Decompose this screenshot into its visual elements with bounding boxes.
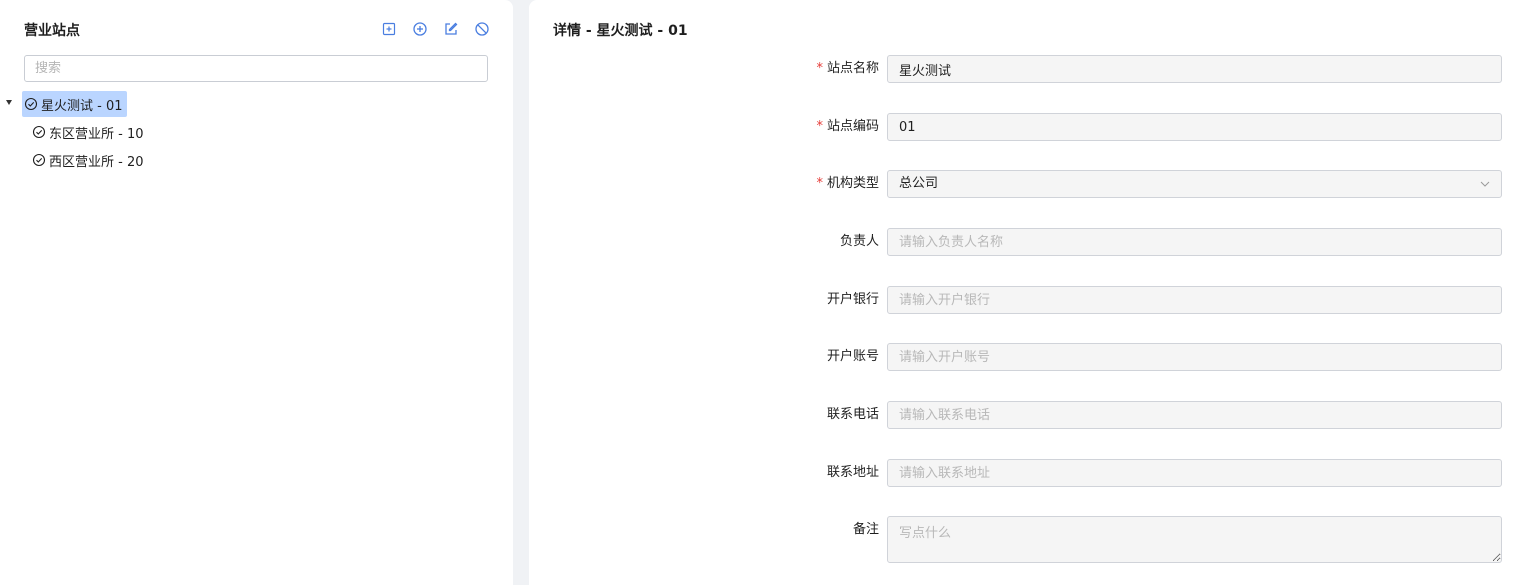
chevron-down-icon [1480, 181, 1490, 187]
tree-node-label: 东区营业所 - 10 [49, 126, 144, 142]
station-name-label: * 站点名称 [816, 61, 879, 76]
form-row-account: 开户账号 [529, 343, 1525, 371]
required-mark: * [816, 61, 823, 76]
bank-input[interactable] [887, 286, 1502, 314]
phone-input[interactable] [887, 401, 1502, 429]
tree-node-root[interactable]: 星火测试 - 01 [22, 91, 127, 117]
expand-all-button[interactable] [380, 20, 398, 38]
disable-station-button[interactable] [473, 20, 491, 38]
tree-node-label: 西区营业所 - 20 [49, 154, 144, 170]
edit-station-button[interactable] [442, 20, 460, 38]
form-row-manager: 负责人 [529, 228, 1525, 256]
disable-icon [475, 22, 489, 36]
remark-label: 备注 [852, 522, 879, 537]
form-row-station-code: * 站点编码 [529, 113, 1525, 141]
remark-textarea[interactable] [887, 516, 1502, 563]
add-station-button[interactable] [411, 20, 429, 38]
bank-label: 开户银行 [826, 292, 879, 307]
manager-label: 负责人 [839, 234, 879, 249]
station-tree-panel: 营业站点 搜索 星火测试 - 01 东区营业所 - 10 西区营业所 - 20 [0, 0, 513, 585]
phone-label: 联系电话 [826, 407, 879, 422]
account-input[interactable] [887, 343, 1502, 371]
expand-all-icon [382, 22, 396, 36]
check-circle-icon [32, 125, 46, 139]
tree-node-child[interactable]: 西区营业所 - 20 [32, 147, 144, 173]
form-row-bank: 开户银行 [529, 286, 1525, 314]
address-label: 联系地址 [826, 465, 879, 480]
check-circle-icon [32, 153, 46, 167]
form-row-org-type: * 机构类型 总公司 [529, 170, 1525, 198]
required-mark: * [816, 119, 823, 134]
panel-title: 营业站点 [24, 23, 80, 39]
org-type-value: 总公司 [899, 176, 939, 191]
org-type-label: * 机构类型 [816, 176, 879, 191]
account-label: 开户账号 [826, 349, 879, 364]
detail-title: 详情 - 星火测试 - 01 [553, 23, 688, 39]
tree-node-label: 星火测试 - 01 [41, 98, 123, 114]
required-mark: * [816, 176, 823, 191]
caret-down-icon[interactable] [6, 100, 12, 105]
form-row-address: 联系地址 [529, 459, 1525, 487]
check-circle-icon [24, 97, 38, 111]
station-name-input[interactable] [887, 55, 1502, 83]
station-detail-panel: 详情 - 星火测试 - 01 *站点名称 *站点编码 *机构类型 总公司 负责人… [529, 0, 1525, 585]
add-circle-icon [413, 22, 427, 36]
form-row-remark: 备注 [529, 516, 1525, 563]
station-code-label: * 站点编码 [816, 119, 879, 134]
edit-icon [445, 22, 458, 35]
org-type-select[interactable]: 总公司 [887, 170, 1502, 198]
search-input[interactable] [24, 55, 488, 82]
tree-node-child[interactable]: 东区营业所 - 10 [32, 119, 144, 145]
tree-toolbar [380, 20, 491, 38]
manager-input[interactable] [887, 228, 1502, 256]
station-code-input[interactable] [887, 113, 1502, 141]
form-row-phone: 联系电话 [529, 401, 1525, 429]
address-input[interactable] [887, 459, 1502, 487]
form-row-station-name: * 站点名称 [529, 55, 1525, 83]
